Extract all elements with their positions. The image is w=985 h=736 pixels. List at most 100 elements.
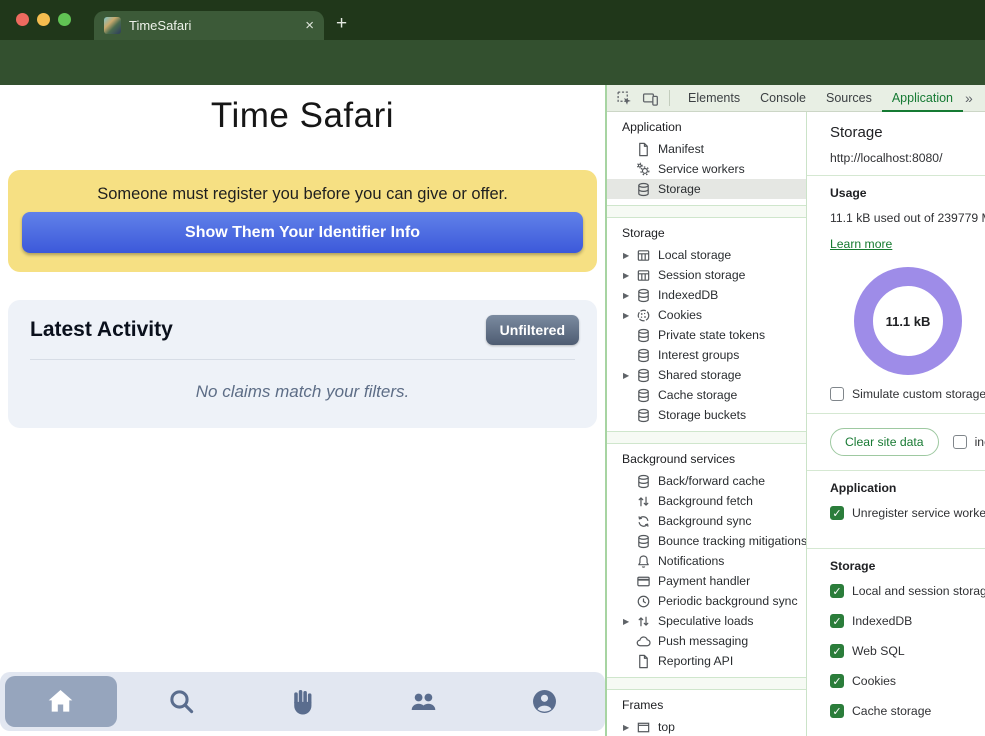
bell-icon xyxy=(636,554,651,569)
tree-item-shared-storage[interactable]: ▶ Shared storage xyxy=(607,365,806,385)
tree-item-background-sync[interactable]: Background sync xyxy=(607,511,806,531)
tree-item-storage-buckets[interactable]: Storage buckets xyxy=(607,405,806,425)
tree-item-background-fetch[interactable]: Background fetch xyxy=(607,491,806,511)
tree-item-speculative-loads[interactable]: ▶ Speculative loads xyxy=(607,611,806,631)
web-sql-row[interactable]: Web SQL xyxy=(830,644,985,658)
include-third-party-checkbox[interactable] xyxy=(953,435,967,449)
close-window-button[interactable] xyxy=(16,13,29,26)
toolbar-divider xyxy=(669,90,670,106)
storage-detail-pane: Storage http://localhost:8080/ Usage 11.… xyxy=(807,112,985,736)
browser-toolbar: ← → localhost:8080 xyxy=(0,40,985,85)
tree-item-service-workers[interactable]: Service workers xyxy=(607,159,806,179)
document-icon xyxy=(636,142,651,157)
hand-icon xyxy=(289,688,316,715)
storage-heading: Storage xyxy=(830,559,985,573)
tree-item-periodic-background-sync[interactable]: Periodic background sync xyxy=(607,591,806,611)
include-third-party-row[interactable]: including third-party cookies xyxy=(953,435,985,449)
unregister-service-workers-row[interactable]: Unregister service workers xyxy=(830,506,985,520)
nav-contacts[interactable] xyxy=(363,672,484,731)
cache-storage-row[interactable]: Cache storage xyxy=(830,704,985,718)
webpage: Time Safari Someone must register you be… xyxy=(0,85,605,736)
gears-icon xyxy=(636,162,651,177)
tree-item-local-storage[interactable]: ▶ Local storage xyxy=(607,245,806,265)
tree-item-session-storage[interactable]: ▶ Session storage xyxy=(607,265,806,285)
card-icon xyxy=(636,574,651,589)
empty-claims-message: No claims match your filters. xyxy=(8,382,597,402)
tree-item-back-forward-cache[interactable]: Back/forward cache xyxy=(607,471,806,491)
tree-item-interest-groups[interactable]: Interest groups xyxy=(607,345,806,365)
table-icon xyxy=(636,248,651,263)
cache-storage-checkbox[interactable] xyxy=(830,704,844,718)
nav-home[interactable] xyxy=(0,672,121,731)
tree-item-storage[interactable]: Storage xyxy=(607,179,806,199)
tree-item-cache-storage[interactable]: Cache storage xyxy=(607,385,806,405)
section-title: Application xyxy=(607,112,806,139)
tree-item-cookies[interactable]: ▶ Cookies xyxy=(607,305,806,325)
tree-item-notifications[interactable]: Notifications xyxy=(607,551,806,571)
unfiltered-button[interactable]: Unfiltered xyxy=(486,315,579,345)
activity-divider xyxy=(30,359,575,360)
application-heading: Application xyxy=(830,481,985,495)
device-toolbar-icon[interactable] xyxy=(642,90,659,107)
database-icon xyxy=(636,182,651,197)
sync-icon xyxy=(636,514,651,529)
tree-item-indexeddb[interactable]: ▶ IndexedDB xyxy=(607,285,806,305)
minimize-window-button[interactable] xyxy=(37,13,50,26)
nav-profile[interactable] xyxy=(484,672,605,731)
latest-activity-card: Latest Activity Unfiltered No claims mat… xyxy=(8,300,597,428)
up-down-arrows-icon xyxy=(636,614,651,629)
devtools-toolbar: Elements Console Sources Application » xyxy=(607,85,985,112)
indexeddb-checkbox[interactable] xyxy=(830,614,844,628)
show-identifier-info-button[interactable]: Show Them Your Identifier Info xyxy=(22,212,583,253)
indexeddb-row[interactable]: IndexedDB xyxy=(830,614,985,628)
simulate-storage-row[interactable]: Simulate custom storage xyxy=(830,387,985,401)
zoom-window-button[interactable] xyxy=(58,13,71,26)
tree-item-reporting-api[interactable]: Reporting API xyxy=(607,651,806,671)
clear-site-data-section: Clear site data including third-party co… xyxy=(807,413,985,470)
document-icon xyxy=(636,654,651,669)
local-session-storage-row[interactable]: Local and session storage xyxy=(830,584,985,598)
browser-tab[interactable]: TimeSafari × xyxy=(94,11,324,40)
clock-icon xyxy=(636,594,651,609)
web-sql-checkbox[interactable] xyxy=(830,644,844,658)
tree-item-payment-handler[interactable]: Payment handler xyxy=(607,571,806,591)
section-application: Application Manifest Service workers Sto… xyxy=(607,112,806,206)
latest-activity-heading: Latest Activity xyxy=(30,318,173,342)
registration-message: Someone must register you before you can… xyxy=(8,185,597,204)
frame-icon xyxy=(636,720,651,735)
pane-origin-url: http://localhost:8080/ xyxy=(830,151,985,165)
search-icon xyxy=(168,688,195,715)
database-icon xyxy=(636,348,651,363)
cookie-icon xyxy=(636,308,651,323)
tree-item-private-state-tokens[interactable]: Private state tokens xyxy=(607,325,806,345)
registration-banner: Someone must register you before you can… xyxy=(8,170,597,272)
tab-console[interactable]: Console xyxy=(750,85,816,112)
cookies-row[interactable]: Cookies xyxy=(830,674,985,688)
inspect-element-icon[interactable] xyxy=(616,90,633,107)
more-tabs-icon[interactable]: » xyxy=(965,90,973,106)
tree-item-push-messaging[interactable]: Push messaging xyxy=(607,631,806,651)
new-tab-button[interactable]: + xyxy=(336,14,347,33)
tree-item-bounce-tracking-mitigations[interactable]: Bounce tracking mitigations xyxy=(607,531,806,551)
unregister-service-workers-checkbox[interactable] xyxy=(830,506,844,520)
application-clear-section: Application Unregister service workers xyxy=(807,470,985,548)
tab-application[interactable]: Application xyxy=(882,85,963,112)
tab-close-icon[interactable]: × xyxy=(305,18,314,33)
usage-donut-label: 11.1 kB xyxy=(886,314,931,329)
tree-item-top-frame[interactable]: ▶ top xyxy=(607,717,806,736)
tab-elements[interactable]: Elements xyxy=(678,85,750,112)
local-session-storage-checkbox[interactable] xyxy=(830,584,844,598)
nav-projects[interactable] xyxy=(242,672,363,731)
clear-site-data-button[interactable]: Clear site data xyxy=(830,428,939,456)
cookies-checkbox[interactable] xyxy=(830,674,844,688)
learn-more-link[interactable]: Learn more xyxy=(830,237,892,251)
pane-title: Storage xyxy=(830,124,985,141)
tree-item-manifest[interactable]: Manifest xyxy=(607,139,806,159)
section-frames: Frames ▶ top xyxy=(607,690,806,736)
window-controls xyxy=(16,13,71,26)
simulate-storage-checkbox[interactable] xyxy=(830,387,844,401)
tab-title: TimeSafari xyxy=(129,18,297,33)
tab-sources[interactable]: Sources xyxy=(816,85,882,112)
nav-discover[interactable] xyxy=(121,672,242,731)
bottom-navigation xyxy=(0,672,605,731)
